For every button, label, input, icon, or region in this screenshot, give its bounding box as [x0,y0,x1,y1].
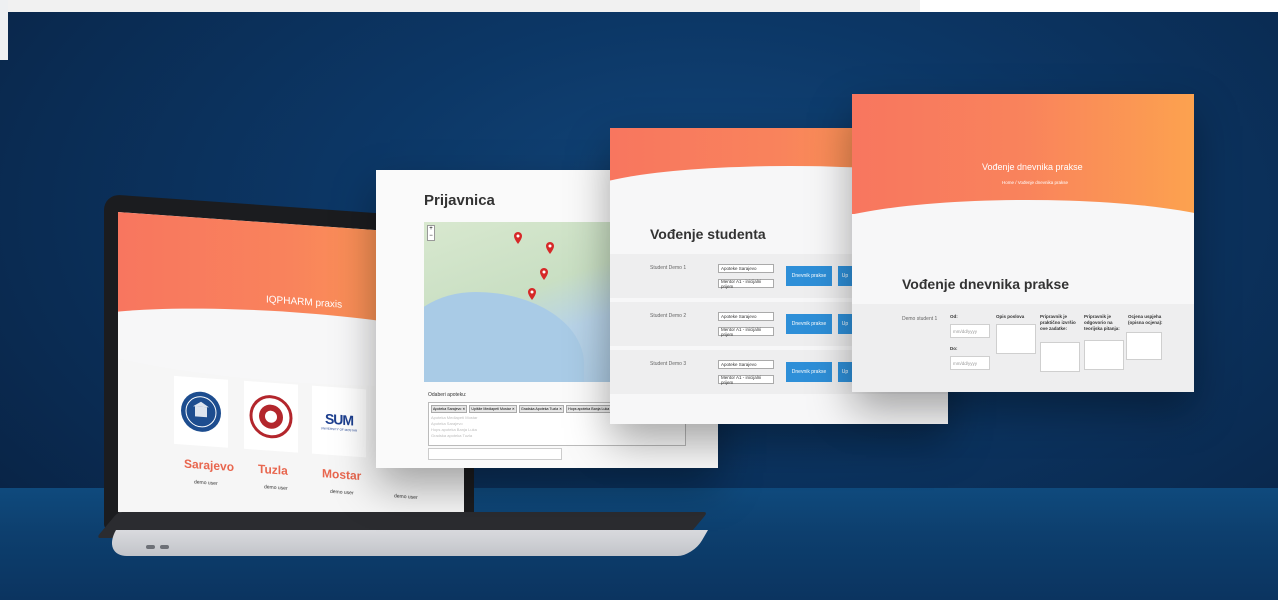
student-name: Student Demo 1 [650,265,687,271]
theory-answers-textarea[interactable] [1084,340,1124,370]
update-button[interactable]: Up [838,362,852,382]
update-button[interactable]: Up [838,314,852,334]
laptop-base [100,530,708,556]
mentor-select[interactable]: Mentor A1 - inicijalni prijem [718,327,774,337]
map-marker-icon[interactable] [540,268,548,280]
hero-title: Vođenje dnevnika prakse [982,162,1083,172]
student-name: Demo student 1 [902,316,938,322]
breadcrumb[interactable]: Home / Vođenje dnevnika prakse [1002,180,1068,185]
map-zoom-control[interactable]: + − [427,225,435,241]
university-name-tuzla[interactable]: Tuzla [258,462,288,478]
university-sub-4: demo user [394,493,418,501]
diary-button[interactable]: Dnevnik prakse [786,266,832,286]
university-sub-sarajevo: demo user [194,479,218,487]
from-label: Od: [950,314,958,319]
column-header: Opis poslova [996,314,1025,319]
column-header: Pripravnik je praktično izvršio ove zada… [1040,314,1076,331]
pharmacy-select[interactable]: Apoteke Sarajevo [718,312,774,321]
diary-button[interactable]: Dnevnik prakse [786,314,832,334]
map-marker-icon[interactable] [514,232,522,244]
to-label: Do: [950,346,958,351]
university-card-sarajevo[interactable] [174,375,228,448]
column-header: Pripravnik je odgovorio na teorijska pit… [1084,314,1120,331]
dnevnik-window: Vođenje dnevnika prakse Home / Vođenje d… [852,94,1194,392]
top-strip-right [920,0,1278,12]
student-name: Student Demo 3 [650,361,687,367]
tuzla-seal-icon [249,395,293,439]
diary-button[interactable]: Dnevnik prakse [786,362,832,382]
from-date-input[interactable]: mm/dd/yyyy [950,324,990,338]
map-marker-icon[interactable] [528,288,536,300]
select-label: Odaberi apoteku: [428,392,467,398]
background: IQPHARM praxis SUM UNIVERSITY OF MOSTAR … [0,0,1278,600]
mentor-select[interactable]: Mentor A1 - inicijalni prijem [718,279,774,289]
university-name-sarajevo[interactable]: Sarajevo [184,457,234,474]
page-title: Vođenje studenta [650,226,766,242]
selected-tag[interactable]: Upišite Mediapeti Mostar ✕ [469,405,517,413]
selected-tag[interactable]: Hops apoteka Banja Luka ✕ [566,405,616,413]
to-date-input[interactable]: mm/dd/yyyy [950,356,990,370]
top-strip-corner [0,0,8,60]
university-card-tuzla[interactable] [244,380,298,453]
map-marker-icon[interactable] [546,242,554,254]
hero-wave [852,94,1194,214]
usb-port-icon [146,545,155,549]
dropdown-option[interactable]: Gradska apoteka Tuzla [431,433,685,439]
page-title: Vođenje dnevnika prakse [902,276,1070,292]
university-sub-mostar: demo user [330,488,354,497]
column-header: Ocjena uspjeha (opisna ocjena): [1128,314,1163,325]
mentor-select[interactable]: Mentor A1 - inicijalni prijem [718,375,774,385]
university-sub-tuzla: demo user [264,484,288,492]
usb-port-icon [160,545,169,549]
update-button[interactable]: Up [838,266,852,286]
university-name-mostar[interactable]: Mostar [322,466,361,483]
student-name: Student Demo 2 [650,313,687,319]
hero-wave-cut [852,200,1194,270]
grade-textarea[interactable] [1126,332,1162,360]
pharmacy-select[interactable]: Apoteke Sarajevo [718,360,774,369]
selected-tag[interactable]: Apoteka Sarajevo ✕ [431,405,468,413]
practical-tasks-textarea[interactable] [1040,342,1080,372]
search-field[interactable] [428,448,562,460]
sarajevo-seal-icon [181,391,221,432]
page-title: Prijavnica [424,192,495,209]
pharmacy-select[interactable]: Apoteke Sarajevo [718,264,774,273]
job-description-textarea[interactable] [996,324,1036,354]
top-strip [0,0,920,12]
university-card-mostar[interactable]: SUM UNIVERSITY OF MOSTAR [312,385,366,458]
selected-tag[interactable]: Gradska Apoteka Tuzla ✕ [518,405,565,413]
